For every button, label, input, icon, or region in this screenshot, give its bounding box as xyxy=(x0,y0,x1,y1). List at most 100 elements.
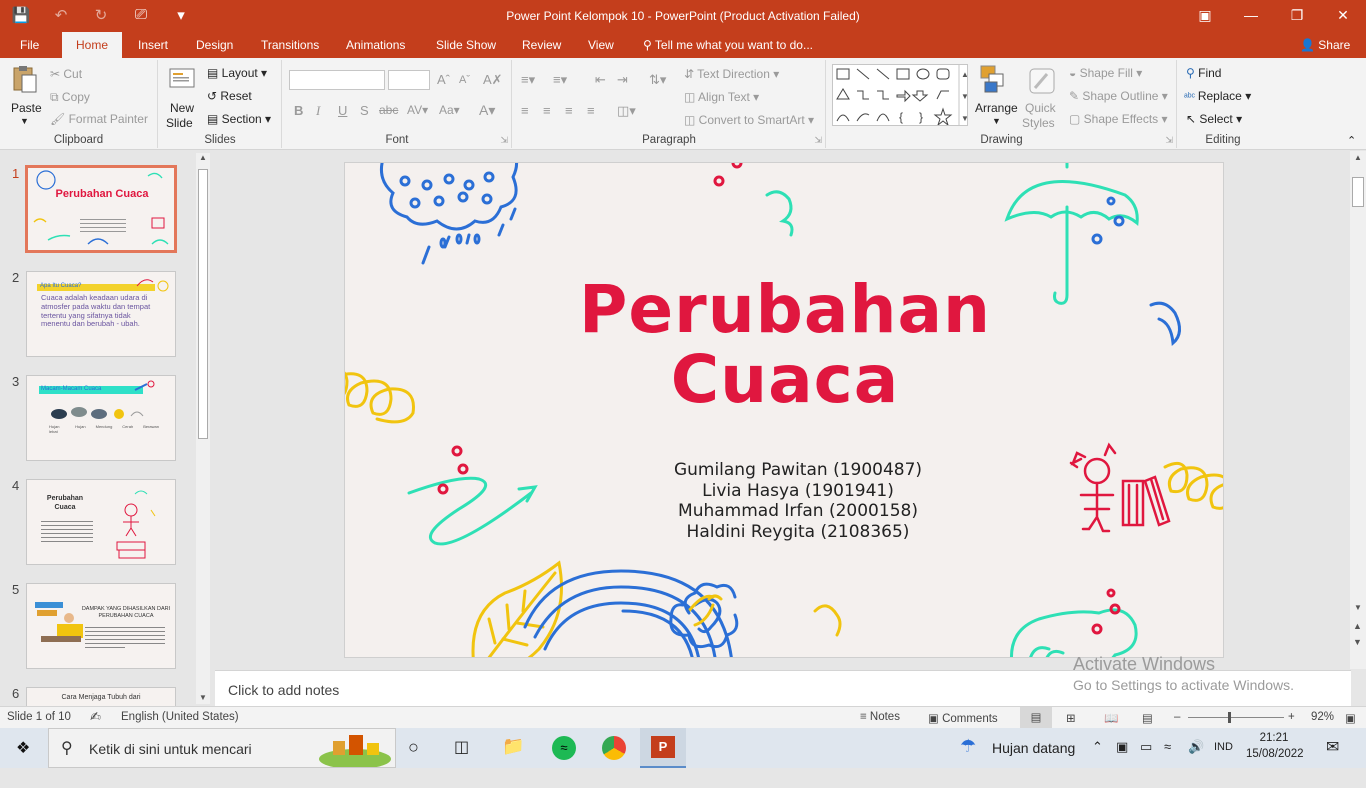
tab-transitions[interactable]: Transitions xyxy=(261,38,319,52)
format-painter-button[interactable]: 🖌 Format Painter xyxy=(50,112,148,126)
clear-formatting-icon[interactable]: A✗ xyxy=(483,72,503,88)
tab-insert[interactable]: Insert xyxy=(138,38,168,52)
tab-design[interactable]: Design xyxy=(196,38,233,52)
notifications-icon[interactable]: ✉ xyxy=(1326,737,1339,777)
powerpoint-taskbar-button[interactable]: P xyxy=(640,728,686,768)
columns-icon[interactable]: ◫▾ xyxy=(617,103,636,119)
align-center-icon[interactable]: ≡ xyxy=(543,103,551,118)
chrome-icon[interactable] xyxy=(602,736,626,760)
scroll-up-icon[interactable]: ▲ xyxy=(1354,153,1362,162)
convert-smartart-button[interactable]: ◫ Convert to SmartArt ▾ xyxy=(684,113,814,127)
tab-animations[interactable]: Animations xyxy=(346,38,405,52)
text-direction-button[interactable]: ⇵ Text Direction ▾ xyxy=(684,67,779,81)
layout-button[interactable]: ▤ Layout ▾ xyxy=(207,66,267,80)
scrollbar-thumb[interactable] xyxy=(1352,177,1364,207)
tab-view[interactable]: View xyxy=(588,38,614,52)
notes-toggle[interactable]: ≡ Notes xyxy=(860,711,900,723)
weather-icon[interactable]: ☂ xyxy=(960,736,976,776)
shape-outline-button[interactable]: ✎ Shape Outline ▾ xyxy=(1069,89,1168,103)
slide-sorter-icon[interactable]: ⊞ xyxy=(1066,711,1076,725)
shape-fill-button[interactable]: ◒ Shape Fill ▾ xyxy=(1069,66,1142,80)
slide-thumbnail-6[interactable]: Cara Menjaga Tubuh dari xyxy=(26,687,176,706)
windows-start-icon[interactable]: ❖ xyxy=(16,738,30,758)
ribbon-display-options-icon[interactable]: ▣ xyxy=(1182,0,1228,32)
font-name-combo[interactable] xyxy=(289,70,385,90)
underline-icon[interactable]: U xyxy=(338,103,347,118)
zoom-out-icon[interactable]: – xyxy=(1174,711,1180,723)
align-left-icon[interactable]: ≡ xyxy=(521,103,529,118)
drawing-dialog-launcher-icon[interactable]: ⇲ xyxy=(1165,135,1173,146)
italic-icon[interactable]: I xyxy=(316,103,320,119)
spell-check-icon[interactable]: ✍ xyxy=(90,709,101,725)
justify-icon[interactable]: ≡ xyxy=(587,103,595,118)
zoom-level[interactable]: 92% xyxy=(1311,711,1334,723)
tell-me-box[interactable]: ⚲ Tell me what you want to do... xyxy=(643,38,813,52)
editor-scrollbar[interactable]: ▲ ▼ ▲ ▼ xyxy=(1350,151,1366,669)
decrease-indent-icon[interactable]: ⇤ xyxy=(595,72,606,88)
slide-thumbnail-1[interactable]: Perubahan Cuaca xyxy=(25,165,177,253)
zoom-slider[interactable] xyxy=(1188,712,1284,723)
tab-home[interactable]: Home xyxy=(62,32,123,58)
volume-icon[interactable]: 🔊 xyxy=(1188,739,1204,779)
scrollbar-thumb[interactable] xyxy=(198,169,208,439)
minimize-button[interactable]: — xyxy=(1228,0,1274,32)
reset-button[interactable]: ↺ Reset xyxy=(207,89,252,103)
strikethrough-icon[interactable]: abc xyxy=(379,103,398,117)
taskbar-search[interactable]: ⚲ Ketik di sini untuk mencari xyxy=(48,728,396,768)
wifi-icon[interactable]: ≈ xyxy=(1164,739,1171,779)
slide-subtitle-authors[interactable]: Gumilang Pawitan (1900487) Livia Hasya (… xyxy=(661,460,935,542)
cut-button[interactable]: ✂ Cut xyxy=(50,67,82,81)
battery-icon[interactable]: ▭ xyxy=(1140,739,1152,779)
replace-button[interactable]: ᵃᵇᶜ Replace ▾ xyxy=(1184,89,1251,103)
cortana-icon[interactable]: ○ xyxy=(408,737,419,758)
fit-slide-icon[interactable]: ▣ xyxy=(1345,711,1356,725)
font-color-icon[interactable]: A▾ xyxy=(479,102,495,119)
slide-thumbnail-4[interactable]: Perubahan Cuaca xyxy=(26,479,176,565)
task-view-icon[interactable]: ◫ xyxy=(454,737,469,757)
slideshow-icon[interactable]: ▤ xyxy=(1142,711,1153,725)
zoom-in-icon[interactable]: + xyxy=(1288,711,1295,723)
tab-file[interactable]: File xyxy=(20,38,39,52)
zoom-slider-thumb[interactable] xyxy=(1228,712,1231,723)
close-button[interactable]: ✕ xyxy=(1320,0,1366,32)
char-spacing-icon[interactable]: AV▾ xyxy=(407,103,428,117)
scroll-down-icon[interactable]: ▼ xyxy=(1354,603,1362,612)
bold-icon[interactable]: B xyxy=(294,103,303,118)
bullets-icon[interactable]: ≡▾ xyxy=(521,72,535,88)
spotify-icon[interactable]: ≈ xyxy=(552,736,576,760)
section-button[interactable]: ▤ Section ▾ xyxy=(207,112,271,126)
line-spacing-icon[interactable]: ⇅▾ xyxy=(649,72,666,88)
numbering-icon[interactable]: ≡▾ xyxy=(553,72,567,88)
find-button[interactable]: ⚲ Find xyxy=(1186,66,1221,80)
previous-slide-icon[interactable]: ▲ xyxy=(1353,621,1362,631)
next-slide-icon[interactable]: ▼ xyxy=(1353,637,1362,647)
thumbnail-scrollbar[interactable]: ▲ ▼ xyxy=(196,153,210,704)
paragraph-dialog-launcher-icon[interactable]: ⇲ xyxy=(814,135,822,146)
weather-text[interactable]: Hujan datang xyxy=(992,740,1075,780)
font-dialog-launcher-icon[interactable]: ⇲ xyxy=(500,135,508,146)
share-button[interactable]: 👤 Share xyxy=(1300,38,1350,52)
slide-title[interactable]: Perubahan Cuaca xyxy=(345,275,1223,415)
shrink-font-icon[interactable]: Aˇ xyxy=(459,74,470,86)
input-language[interactable]: IND xyxy=(1214,741,1233,781)
scroll-down-icon[interactable]: ▼ xyxy=(199,693,207,702)
shapes-gallery[interactable]: {} ▲ ▼ ▼ xyxy=(832,64,969,127)
select-button[interactable]: ↖ Select ▾ xyxy=(1186,112,1242,126)
tab-slide-show[interactable]: Slide Show xyxy=(436,38,496,52)
language-indicator[interactable]: English (United States) xyxy=(121,711,239,723)
shadow-icon[interactable]: S xyxy=(360,103,369,118)
collapse-ribbon-icon[interactable]: ⌃ xyxy=(1347,134,1356,147)
comments-toggle[interactable]: ▣ Comments xyxy=(928,711,998,725)
font-size-combo[interactable] xyxy=(388,70,430,90)
copy-button[interactable]: ⧉ Copy xyxy=(50,90,90,105)
slide-thumbnail-2[interactable]: Apa Itu Cuaca? Cuaca adalah keadaan udar… xyxy=(26,271,176,357)
shape-effects-button[interactable]: ▢ Shape Effects ▾ xyxy=(1069,112,1168,126)
grow-font-icon[interactable]: Aˆ xyxy=(437,72,450,87)
slide-thumbnail-5[interactable]: DAMPAK YANG DIHASILKAN DARI PERUBAHAN CU… xyxy=(26,583,176,669)
clock-date[interactable]: 15/08/2022 xyxy=(1246,748,1304,788)
restore-button[interactable]: ❐ xyxy=(1274,0,1320,32)
slide-thumbnail-3[interactable]: Macam-Macam Cuaca Hujan lebat Hujan Mendun… xyxy=(26,375,176,461)
increase-indent-icon[interactable]: ⇥ xyxy=(617,72,628,88)
align-right-icon[interactable]: ≡ xyxy=(565,103,573,118)
current-slide[interactable]: Perubahan Cuaca Gumilang Pawitan (190048… xyxy=(344,162,1224,658)
